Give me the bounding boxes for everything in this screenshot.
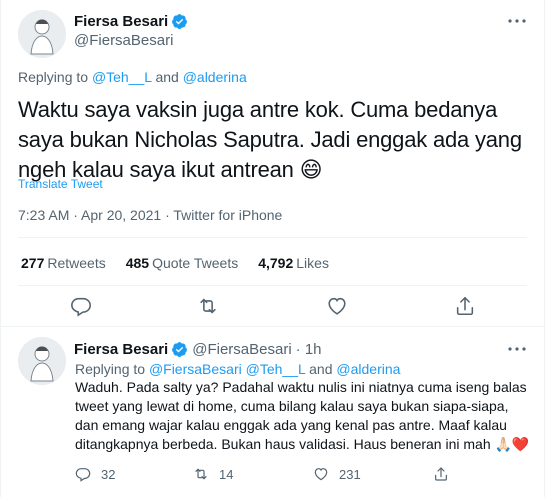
- replying-prefix: Replying to: [18, 69, 92, 85]
- mention-link[interactable]: @alderina: [183, 69, 247, 85]
- quotes-label: Quote Tweets: [152, 255, 239, 271]
- retweets-stat[interactable]: 277 Retweets: [21, 255, 106, 271]
- retweet-icon[interactable]: [196, 294, 220, 318]
- mention-link[interactable]: @FiersaBesari @Teh__L: [149, 361, 305, 377]
- share-icon: [435, 467, 447, 481]
- like-count: 231: [339, 466, 361, 482]
- replying-to: Replying to @Teh__L and @alderina: [18, 69, 247, 85]
- tweet-timestamp[interactable]: 7:23 AM · Apr 20, 2021 · Twitter for iPh…: [18, 207, 282, 223]
- quotes-count: 485: [125, 255, 150, 271]
- verified-badge-icon: [172, 14, 188, 29]
- replying-and: and: [151, 69, 183, 85]
- retweets-count: 277: [21, 255, 45, 271]
- retweets-label: Retweets: [47, 255, 106, 271]
- likes-label: Likes: [296, 255, 329, 271]
- engagement-stats: 277 Retweets 485 Quote Tweets 4,792 Likes: [21, 255, 349, 271]
- reply-count: 32: [101, 466, 116, 482]
- translate-link[interactable]: Translate Tweet: [18, 177, 103, 191]
- reply-icon: [75, 468, 91, 482]
- replying-to: Replying to @FiersaBesari @Teh__L and @a…: [75, 361, 400, 377]
- tweet-body: Waktu saya vaksin juga antre kok. Cuma b…: [18, 97, 522, 182]
- author-name[interactable]: Fiersa Besari: [74, 13, 168, 30]
- divider: [18, 285, 527, 286]
- like-icon[interactable]: [325, 294, 349, 318]
- more-icon[interactable]: [506, 12, 528, 30]
- divider: [18, 237, 527, 238]
- reply-text: Waduh. Pada salty ya? Padahal waktu nuli…: [75, 379, 530, 452]
- like-icon: [314, 468, 328, 481]
- avatar[interactable]: [18, 337, 66, 385]
- reply-icon[interactable]: [69, 294, 93, 318]
- like-button[interactable]: 231: [313, 466, 361, 482]
- author-name[interactable]: Fiersa Besari: [74, 341, 168, 358]
- likes-stat[interactable]: 4,792 Likes: [258, 255, 329, 271]
- grinning-emoji: 😄: [299, 157, 323, 182]
- reply-button[interactable]: 32: [75, 466, 115, 482]
- reply-time[interactable]: · 1h: [296, 341, 322, 358]
- more-icon[interactable]: [506, 340, 528, 358]
- verified-badge-icon: [172, 342, 188, 357]
- tweet-separator: [1, 326, 544, 327]
- tweet-thread: Fiersa Besari @FiersaBesari Replying to …: [0, 0, 545, 497]
- retweet-count: 14: [219, 466, 234, 482]
- tweet-text: Waktu saya vaksin juga antre kok. Cuma b…: [18, 95, 538, 185]
- avatar[interactable]: [18, 10, 66, 58]
- share-icon[interactable]: [453, 294, 477, 318]
- reply-author-row: Fiersa Besari @FiersaBesari · 1h: [74, 341, 322, 358]
- retweet-button[interactable]: 14: [193, 466, 233, 482]
- mention-link[interactable]: @Teh__L: [92, 69, 152, 85]
- retweet-icon: [195, 468, 207, 480]
- quotes-stat[interactable]: 485 Quote Tweets: [126, 255, 239, 271]
- replying-and: and: [305, 361, 337, 377]
- author-row: Fiersa Besari: [74, 13, 188, 30]
- replying-prefix: Replying to: [75, 361, 149, 377]
- mention-link[interactable]: @alderina: [336, 361, 400, 377]
- share-button[interactable]: [433, 466, 459, 482]
- likes-count: 4,792: [258, 255, 294, 271]
- author-handle[interactable]: @FiersaBesari: [192, 341, 291, 358]
- author-handle[interactable]: @FiersaBesari: [74, 32, 173, 49]
